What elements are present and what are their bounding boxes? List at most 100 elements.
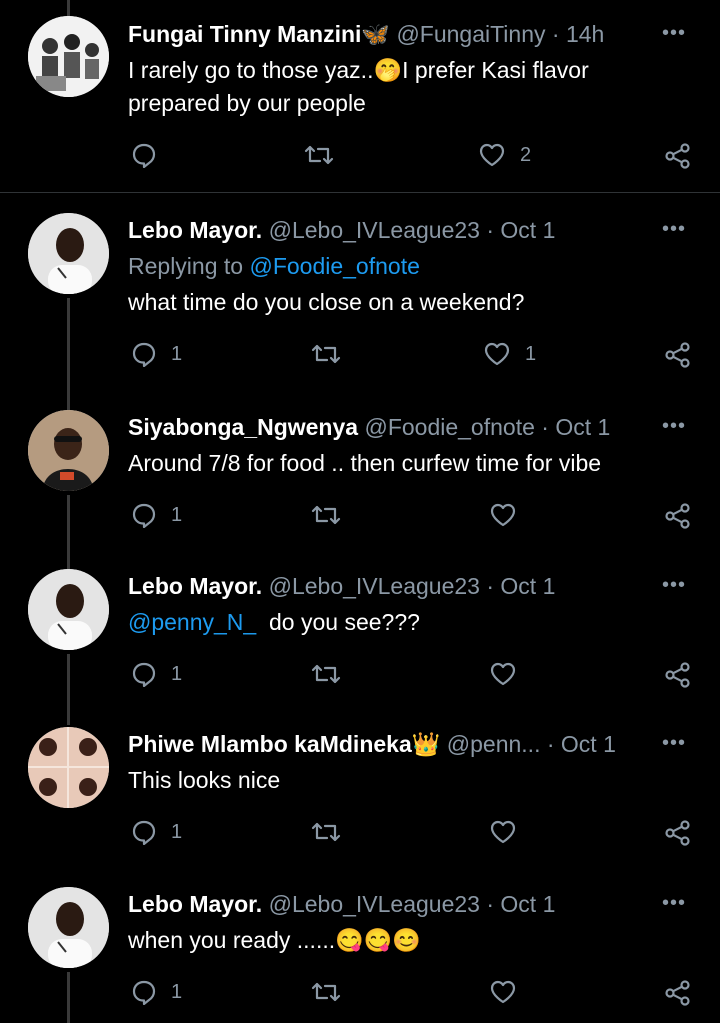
reply-button[interactable]: 1	[131, 819, 182, 845]
more-options-icon[interactable]: •••	[662, 892, 686, 915]
mention-link[interactable]: @penny_N_	[128, 609, 256, 635]
separator: ·	[541, 414, 549, 440]
like-button[interactable]: 1	[483, 341, 536, 367]
tweet-text-part: do you see???	[269, 609, 420, 635]
tweet-text: This looks nice	[128, 767, 281, 793]
more-options-icon[interactable]: •••	[662, 22, 686, 45]
author-handle[interactable]: @Foodie_ofnote	[364, 414, 534, 440]
share-icon	[665, 342, 690, 368]
separator: ·	[551, 21, 560, 47]
retweet-button[interactable]	[310, 502, 342, 528]
tweet-text: Around 7/8 for food .. then curfew time …	[128, 450, 602, 476]
like-button[interactable]	[489, 819, 517, 845]
avatar[interactable]	[28, 16, 109, 97]
author-name[interactable]: Fungai Tinny Manzini	[128, 21, 361, 47]
author-name[interactable]: Lebo Mayor.	[128, 573, 262, 599]
emoji-group: 😋😋😊	[335, 927, 422, 953]
tweet-5[interactable]: Phiwe Mlambo kaMdineka👑 @penn... · Oct 1…	[0, 725, 720, 885]
avatar[interactable]	[28, 569, 109, 650]
retweet-icon	[311, 982, 341, 1002]
author-name[interactable]: Phiwe Mlambo kaMdineka	[128, 731, 412, 757]
heart-icon	[490, 980, 516, 1004]
author-handle[interactable]: @FungaiTinny	[396, 21, 545, 47]
tweet-text-part: I rarely go to those yaz..	[128, 57, 374, 83]
reply-icon	[132, 662, 156, 687]
retweet-button[interactable]	[310, 819, 342, 845]
timestamp[interactable]: Oct 1	[500, 891, 555, 917]
tweet-text: I rarely go to those yaz..🤭I prefer Kasi…	[128, 54, 688, 120]
tweet-3[interactable]: Siyabonga_Ngwenya @Foodie_ofnote · Oct 1…	[0, 405, 720, 565]
author-handle[interactable]: @Lebo_IVLeague23	[269, 891, 480, 917]
reply-icon	[132, 342, 156, 367]
like-count: 2	[520, 143, 532, 166]
reply-handle-link[interactable]: @Foodie_ofnote	[249, 253, 419, 279]
author-name[interactable]: Lebo Mayor.	[128, 217, 262, 243]
share-button[interactable]	[664, 142, 692, 170]
more-options-icon[interactable]: •••	[662, 218, 686, 241]
reply-button[interactable]: 1	[131, 661, 182, 687]
replying-to: Replying to @Foodie_ofnote	[128, 253, 420, 280]
separator: ·	[486, 891, 495, 917]
tweet-2[interactable]: Lebo Mayor. @Lebo_IVLeague23 · Oct 1 •••…	[0, 193, 720, 405]
heart-icon	[490, 662, 516, 686]
like-button[interactable]	[489, 979, 517, 1005]
retweet-icon	[311, 505, 341, 525]
reply-icon	[132, 820, 156, 845]
author-handle[interactable]: @Lebo_IVLeague23	[269, 217, 480, 243]
more-options-icon[interactable]: •••	[662, 574, 686, 597]
reply-count: 1	[171, 662, 183, 685]
timestamp[interactable]: Oct 1	[555, 414, 610, 440]
avatar[interactable]	[28, 410, 109, 491]
thread-line	[67, 298, 70, 405]
like-button[interactable]	[489, 661, 517, 687]
tweet-1[interactable]: Fungai Tinny Manzini🦋 @FungaiTinny · 14h…	[0, 0, 720, 192]
tweet-header: Lebo Mayor. @Lebo_IVLeague23 · Oct 1	[128, 217, 555, 244]
retweet-button[interactable]	[310, 341, 342, 367]
author-name[interactable]: Lebo Mayor.	[128, 891, 262, 917]
share-button[interactable]	[664, 502, 692, 530]
timestamp[interactable]: 14h	[566, 21, 604, 47]
more-options-icon[interactable]: •••	[662, 732, 686, 755]
tweet-4[interactable]: Lebo Mayor. @Lebo_IVLeague23 · Oct 1 •••…	[0, 565, 720, 725]
avatar[interactable]	[28, 213, 109, 294]
separator: ·	[486, 217, 495, 243]
crown-icon: 👑	[411, 731, 441, 757]
share-button[interactable]	[664, 819, 692, 847]
timestamp[interactable]: Oct 1	[561, 731, 616, 757]
avatar[interactable]	[28, 727, 109, 808]
reply-count: 1	[171, 503, 183, 526]
heart-icon	[490, 820, 516, 844]
more-options-icon[interactable]: •••	[662, 415, 686, 438]
like-button[interactable]: 2	[478, 142, 531, 168]
reply-count: 1	[171, 820, 183, 843]
tweet-text: what time do you close on a weekend?	[128, 289, 525, 315]
timestamp[interactable]: Oct 1	[500, 573, 555, 599]
like-button[interactable]	[489, 502, 517, 528]
share-icon	[665, 143, 690, 169]
share-button[interactable]	[664, 661, 692, 689]
author-name[interactable]: Siyabonga_Ngwenya	[128, 414, 358, 440]
tweet-text: @penny_N_ do you see???	[128, 606, 688, 639]
retweet-icon	[311, 664, 341, 684]
tweet-6[interactable]: Lebo Mayor. @Lebo_IVLeague23 · Oct 1 •••…	[0, 885, 720, 1023]
retweet-button[interactable]	[303, 142, 335, 168]
avatar[interactable]	[28, 887, 109, 968]
thread-line	[67, 972, 70, 1023]
retweet-icon	[304, 145, 334, 165]
reply-button[interactable]	[131, 142, 157, 168]
tweet-text: when you ready ......😋😋😊	[128, 924, 688, 957]
author-handle[interactable]: @penn...	[447, 731, 541, 757]
author-handle[interactable]: @Lebo_IVLeague23	[269, 573, 480, 599]
reply-button[interactable]: 1	[131, 979, 182, 1005]
tweet-header: Siyabonga_Ngwenya @Foodie_ofnote · Oct 1	[128, 414, 610, 441]
retweet-button[interactable]	[310, 661, 342, 687]
share-button[interactable]	[664, 979, 692, 1007]
retweet-button[interactable]	[310, 979, 342, 1005]
share-icon	[665, 820, 690, 846]
share-button[interactable]	[664, 341, 692, 369]
reply-button[interactable]: 1	[131, 341, 182, 367]
reply-button[interactable]: 1	[131, 502, 182, 528]
share-icon	[665, 662, 690, 688]
thread-line	[67, 654, 70, 725]
timestamp[interactable]: Oct 1	[500, 217, 555, 243]
